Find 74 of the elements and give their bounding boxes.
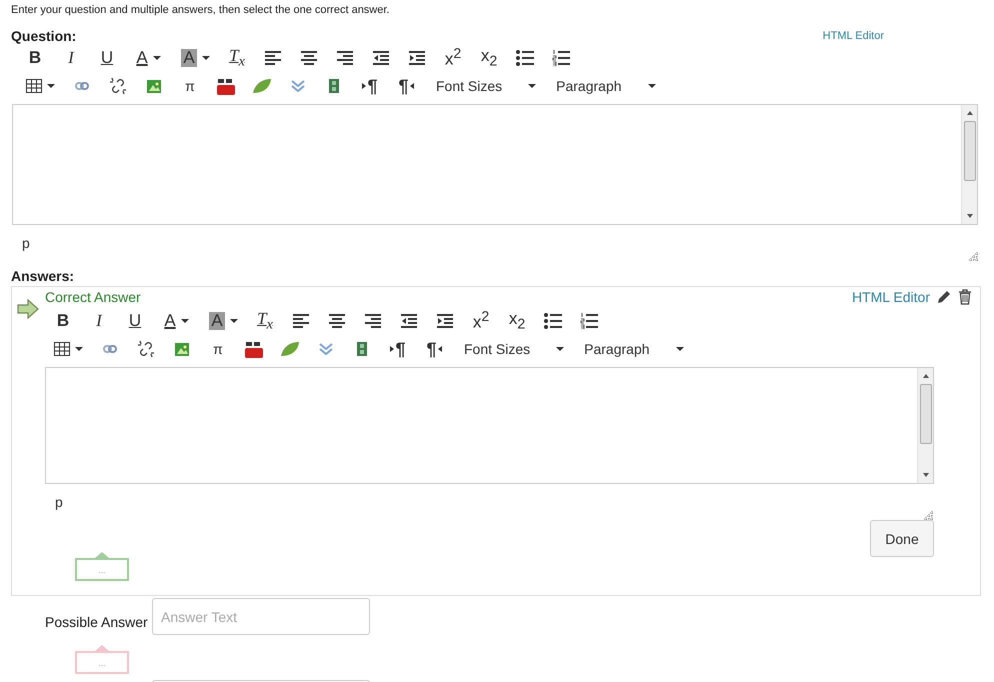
question-label: Question: bbox=[11, 28, 76, 44]
symbol-button[interactable]: π bbox=[172, 73, 208, 99]
align-center-icon bbox=[301, 51, 317, 65]
chain-link-icon bbox=[75, 82, 89, 90]
film-strip-icon bbox=[357, 342, 367, 356]
underline-button[interactable]: U bbox=[89, 45, 125, 71]
outdent-icon bbox=[373, 51, 389, 65]
double-chevron-icon bbox=[291, 80, 305, 92]
text-color-button[interactable]: A bbox=[125, 45, 172, 71]
background-color-button[interactable]: A bbox=[172, 45, 219, 71]
align-left-icon bbox=[265, 51, 281, 65]
outdent-icon bbox=[401, 314, 417, 328]
superscript-button[interactable]: x$^{2}$ bbox=[463, 308, 499, 334]
italic-button[interactable]: I bbox=[53, 45, 89, 71]
bold-button[interactable]: B bbox=[17, 45, 53, 71]
leaf-icon bbox=[280, 341, 300, 357]
text-color-button[interactable]: A bbox=[153, 308, 200, 334]
html-editor-link[interactable]: HTML Editor bbox=[822, 30, 884, 42]
symbol-button[interactable]: π bbox=[200, 336, 236, 362]
broken-link-icon bbox=[137, 340, 155, 358]
instructions-text: Enter your question and multiple answers, then select the one correct answer. bbox=[11, 4, 390, 18]
image-icon bbox=[175, 342, 189, 356]
numbered-list-icon bbox=[552, 50, 570, 66]
bullet-list-icon bbox=[516, 50, 534, 66]
answers-label: Answers: bbox=[11, 268, 76, 284]
left-to-right-button[interactable]: ¶ bbox=[352, 73, 388, 99]
html-editor-link[interactable]: HTML Editor bbox=[852, 289, 930, 305]
right-to-left-button[interactable]: ¶ bbox=[388, 73, 424, 99]
right-to-left-button[interactable]: ¶ bbox=[416, 336, 452, 362]
film-strip-icon bbox=[329, 79, 339, 93]
align-center-icon bbox=[329, 314, 345, 328]
bullet-list-icon bbox=[544, 313, 562, 329]
correct-answer-title: Correct Answer bbox=[45, 289, 142, 305]
video-logo-icon bbox=[244, 340, 264, 358]
element-path: p bbox=[22, 235, 30, 251]
removeformat-button[interactable]: T$_{x}$ bbox=[219, 45, 255, 71]
format-dropdown[interactable]: Paragraph bbox=[572, 336, 692, 362]
font-size-dropdown[interactable]: Font Sizes bbox=[424, 73, 544, 99]
chain-link-icon bbox=[103, 345, 117, 353]
indent-icon bbox=[437, 314, 453, 328]
element-path: p bbox=[55, 494, 63, 510]
arrow-right-icon[interactable] bbox=[16, 299, 40, 319]
pencil-icon[interactable] bbox=[936, 289, 952, 305]
possible-answer-label: Possible Answer bbox=[45, 614, 149, 630]
answer-text-field[interactable]: Answer Text bbox=[152, 598, 370, 635]
align-right-icon bbox=[365, 314, 381, 328]
bold-button[interactable]: B bbox=[45, 308, 81, 334]
background-color-button[interactable]: A bbox=[200, 308, 247, 334]
italic-button[interactable]: I bbox=[81, 308, 117, 334]
resize-handle-icon[interactable] bbox=[924, 511, 933, 520]
table-grid-icon bbox=[54, 342, 70, 356]
done-button[interactable]: Done bbox=[870, 520, 934, 557]
removeformat-button[interactable]: T$_{x}$ bbox=[247, 308, 283, 334]
broken-link-icon bbox=[109, 77, 127, 95]
underline-button[interactable]: U bbox=[117, 308, 153, 334]
font-size-dropdown[interactable]: Font Sizes bbox=[452, 336, 572, 362]
leaf-icon bbox=[252, 78, 272, 94]
format-dropdown[interactable]: Paragraph bbox=[544, 73, 664, 99]
resize-handle-icon[interactable] bbox=[969, 252, 978, 261]
subscript-button[interactable]: x$_{2}$ bbox=[499, 308, 535, 334]
scrollbar[interactable] bbox=[961, 105, 977, 224]
indent-icon bbox=[409, 51, 425, 65]
image-icon bbox=[147, 80, 161, 92]
align-right-icon bbox=[337, 51, 353, 65]
trash-icon[interactable] bbox=[958, 289, 972, 305]
numbered-list-icon bbox=[580, 313, 598, 329]
double-chevron-icon bbox=[319, 343, 333, 355]
align-left-icon bbox=[293, 314, 309, 328]
video-logo-icon bbox=[216, 77, 236, 95]
subscript-button[interactable]: x$_{2}$ bbox=[471, 45, 507, 71]
left-to-right-button[interactable]: ¶ bbox=[380, 336, 416, 362]
table-grid-icon bbox=[26, 79, 42, 93]
scrollbar[interactable] bbox=[917, 368, 933, 483]
superscript-button[interactable]: x$^{2}$ bbox=[435, 45, 471, 71]
